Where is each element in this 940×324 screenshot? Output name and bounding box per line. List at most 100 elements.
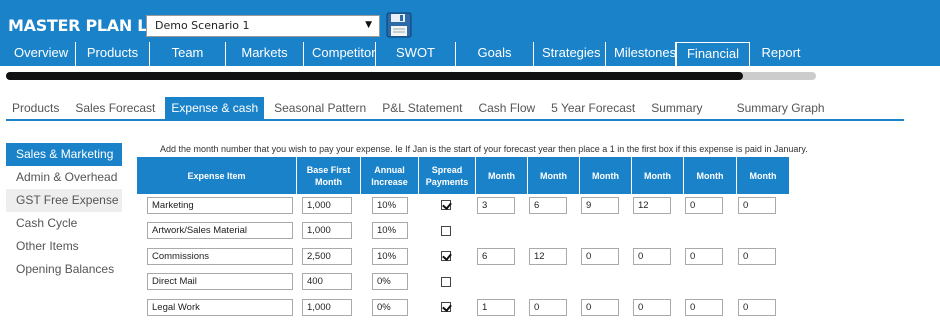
annual-increase-input[interactable]: 10%	[372, 222, 408, 240]
nav-swot[interactable]: SWOT	[376, 42, 456, 66]
tab-5-year-forecast[interactable]: 5 Year Forecast	[545, 97, 641, 119]
month-input[interactable]: 0	[685, 298, 723, 316]
cell-annual-increase: 0%	[361, 296, 419, 322]
nav-overview[interactable]: Overview	[6, 42, 76, 66]
month-input[interactable]: 0	[581, 247, 619, 265]
expense-side-menu: Sales & Marketing Admin & Overhead GST Fre…	[6, 143, 122, 281]
cell-month	[476, 271, 528, 297]
cell-month: 6	[528, 194, 580, 220]
header-month: Month	[476, 157, 528, 194]
cell-month: 3	[476, 194, 528, 220]
tab-summary[interactable]: Summary	[645, 97, 708, 119]
spread-payments-checkbox[interactable]	[441, 251, 451, 262]
cell-spread-payments	[419, 296, 476, 322]
base-first-month-input[interactable]: 2,500	[302, 247, 352, 265]
table-row: Direct Mail 400 0%	[137, 271, 790, 297]
header-month: Month	[528, 157, 580, 194]
month-input[interactable]: 6	[529, 196, 567, 214]
expense-item-input[interactable]: Legal Work	[147, 298, 293, 316]
cell-month: 9	[580, 194, 632, 220]
spread-payments-checkbox[interactable]	[441, 200, 451, 211]
cell-month: 0	[684, 194, 737, 220]
month-input[interactable]: 0	[685, 196, 723, 214]
tab-expense-and-cash[interactable]: Expense & cash	[165, 97, 265, 119]
save-button[interactable]	[386, 12, 412, 38]
spread-payments-checkbox[interactable]	[441, 276, 451, 287]
nav-goals[interactable]: Goals	[456, 42, 534, 66]
scenario-select[interactable]: Demo Scenario 1 ▼	[146, 15, 380, 37]
side-item-opening-balances[interactable]: Opening Balances	[6, 258, 122, 281]
nav-financial[interactable]: Financial	[676, 42, 750, 66]
tab-seasonal-pattern[interactable]: Seasonal Pattern	[268, 97, 372, 119]
annual-increase-input[interactable]: 10%	[372, 247, 408, 265]
cell-spread-payments	[419, 194, 476, 220]
month-input[interactable]: 0	[685, 247, 723, 265]
nav-competitor[interactable]: Competitor	[304, 42, 376, 66]
header-month: Month	[632, 157, 684, 194]
annual-increase-input[interactable]: 10%	[372, 196, 408, 214]
header-annual-increase: Annual Increase	[361, 157, 419, 194]
side-item-sales-and-marketing[interactable]: Sales & Marketing	[6, 143, 122, 166]
nav-team[interactable]: Team	[150, 42, 226, 66]
base-first-month-input[interactable]: 400	[302, 273, 352, 291]
tab-products[interactable]: Products	[6, 97, 65, 119]
month-input[interactable]: 12	[633, 196, 671, 214]
annual-increase-input[interactable]: 0%	[372, 298, 408, 316]
financial-sub-tabs: Products Sales Forecast Expense & cash Seas…	[6, 97, 904, 121]
dropdown-arrow-icon[interactable]: ▼	[365, 20, 372, 30]
tab-pandl-statement[interactable]: P&L Statement	[376, 97, 468, 119]
table-header-row: Expense Item Base First Month Annual Inc…	[137, 157, 790, 194]
month-input[interactable]: 0	[738, 247, 776, 265]
month-input[interactable]: 1	[477, 298, 515, 316]
side-item-admin-and-overhead[interactable]: Admin & Overhead	[6, 166, 122, 189]
nav-report[interactable]: Report	[750, 42, 812, 66]
cell-base-first-month: 2,500	[297, 245, 361, 271]
spread-payments-checkbox[interactable]	[441, 302, 451, 313]
tab-sales-forecast[interactable]: Sales Forecast	[69, 97, 161, 119]
month-input[interactable]: 12	[529, 247, 567, 265]
expense-item-input[interactable]: Marketing	[147, 196, 293, 214]
expense-item-input[interactable]: Direct Mail	[147, 273, 293, 291]
side-item-gst-free-expense[interactable]: GST Free Expense	[6, 189, 122, 212]
month-input[interactable]: 0	[581, 298, 619, 316]
cell-month	[580, 271, 632, 297]
table-row: Artwork/Sales Material 1,000 10%	[137, 220, 790, 246]
cell-month: 12	[528, 245, 580, 271]
cell-expense-item: Artwork/Sales Material	[137, 220, 297, 246]
expense-table: Expense Item Base First Month Annual Inc…	[137, 157, 790, 322]
base-first-month-input[interactable]: 1,000	[302, 196, 352, 214]
cell-annual-increase: 10%	[361, 220, 419, 246]
nav-milestones[interactable]: Milestones	[606, 42, 676, 66]
table-row: Commissions 2,500 10% 6 12 0 0 0 0	[137, 245, 790, 271]
nav-products[interactable]: Products	[76, 42, 150, 66]
spread-payments-checkbox[interactable]	[441, 225, 451, 236]
cell-month: 1	[476, 296, 528, 322]
tab-cash-flow[interactable]: Cash Flow	[472, 97, 541, 119]
annual-increase-input[interactable]: 0%	[372, 273, 408, 291]
month-input[interactable]: 0	[738, 196, 776, 214]
month-input[interactable]: 0	[529, 298, 567, 316]
month-input[interactable]: 0	[633, 298, 671, 316]
expense-item-input[interactable]: Artwork/Sales Material	[147, 222, 293, 240]
nav-strategies[interactable]: Strategies	[534, 42, 606, 66]
month-input[interactable]: 9	[581, 196, 619, 214]
month-input[interactable]: 3	[477, 196, 515, 214]
side-item-cash-cycle[interactable]: Cash Cycle	[6, 212, 122, 235]
cell-month	[528, 220, 580, 246]
base-first-month-input[interactable]: 1,000	[302, 298, 352, 316]
month-input[interactable]: 0	[633, 247, 671, 265]
header-spread-payments: Spread Payments	[419, 157, 476, 194]
expense-item-input[interactable]: Commissions	[147, 247, 293, 265]
cell-month: 0	[737, 245, 790, 271]
cell-month	[684, 220, 737, 246]
base-first-month-input[interactable]: 1,000	[302, 222, 352, 240]
floppy-disk-icon	[386, 12, 412, 38]
month-input[interactable]: 0	[738, 298, 776, 316]
main-nav: Overview Products Team Markets Competitor SWO…	[6, 42, 812, 66]
nav-markets[interactable]: Markets	[226, 42, 304, 66]
cell-month: 0	[528, 296, 580, 322]
side-item-other-items[interactable]: Other Items	[6, 235, 122, 258]
tab-summary-graph[interactable]: Summary Graph	[731, 97, 831, 119]
cell-month: 0	[684, 296, 737, 322]
month-input[interactable]: 6	[477, 247, 515, 265]
